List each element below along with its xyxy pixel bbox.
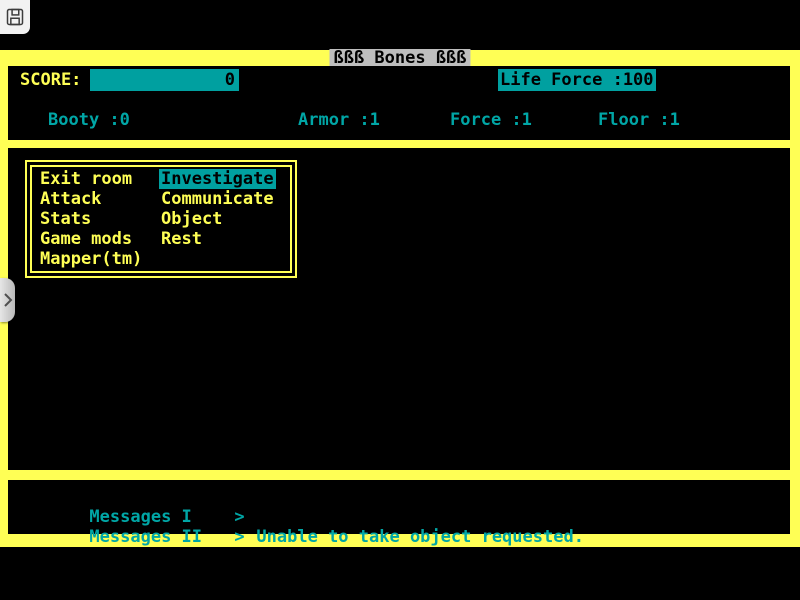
selected-menu-item[interactable]: Investigate: [159, 169, 276, 189]
status-panel: SCORE: 0 Life Force :100 Booty :0 Armor …: [8, 66, 790, 140]
game-screen: ßßß Bones ßßß SCORE: 0 Life Force :100 B…: [0, 50, 800, 547]
messages-1-label: Messages I: [89, 507, 234, 527]
message-line-1: Messages I>: [28, 487, 790, 507]
messages-2-prompt: >: [234, 527, 256, 547]
chevron-right-icon: [2, 292, 14, 308]
menu-item-attack[interactable]: Attack: [40, 189, 161, 209]
menu-row: Mapper(tm): [40, 249, 290, 269]
menu-row: Stats Object: [40, 209, 290, 229]
menu-item-exit-room[interactable]: Exit room: [40, 169, 161, 189]
stat-floor: Floor :1: [598, 110, 680, 130]
app-root: { "toolbar": { "save_icon": "floppy-disk…: [0, 0, 800, 600]
sidebar-expand-tab[interactable]: [0, 278, 15, 322]
score-bar: 0: [90, 69, 239, 91]
main-panel: Exit room Investigate Attack Communicate…: [8, 148, 790, 470]
messages-2-text: Unable to take object requested.: [256, 527, 584, 547]
menu-item-communicate[interactable]: Communicate: [161, 189, 274, 209]
stat-force: Force :1: [450, 110, 532, 130]
messages-1-prompt: >: [234, 507, 256, 527]
stat-booty: Booty :0: [48, 110, 130, 130]
menu-row: Game mods Rest: [40, 229, 290, 249]
command-menu-inner: Exit room Investigate Attack Communicate…: [30, 165, 292, 273]
menu-item-rest[interactable]: Rest: [161, 229, 202, 249]
menu-item-investigate[interactable]: Investigate: [161, 169, 276, 189]
game-title: ßßß Bones ßßß: [329, 49, 470, 67]
save-button[interactable]: [0, 0, 30, 34]
command-menu: Exit room Investigate Attack Communicate…: [25, 160, 297, 278]
menu-item-game-mods[interactable]: Game mods: [40, 229, 161, 249]
score-label: SCORE:: [20, 70, 81, 90]
menu-item-mapper[interactable]: Mapper(tm): [40, 249, 161, 269]
messages-2-label: Messages II: [89, 527, 234, 547]
stat-armor: Armor :1: [298, 110, 380, 130]
floppy-disk-icon: [5, 7, 25, 27]
menu-item-object[interactable]: Object: [161, 209, 222, 229]
life-force-bar: Life Force :100: [498, 69, 656, 91]
score-value: 0: [225, 70, 235, 90]
menu-row: Exit room Investigate: [40, 169, 290, 189]
menu-item-stats[interactable]: Stats: [40, 209, 161, 229]
menu-row: Attack Communicate: [40, 189, 290, 209]
messages-panel: Messages I> Messages II>Unable to take o…: [8, 480, 790, 534]
